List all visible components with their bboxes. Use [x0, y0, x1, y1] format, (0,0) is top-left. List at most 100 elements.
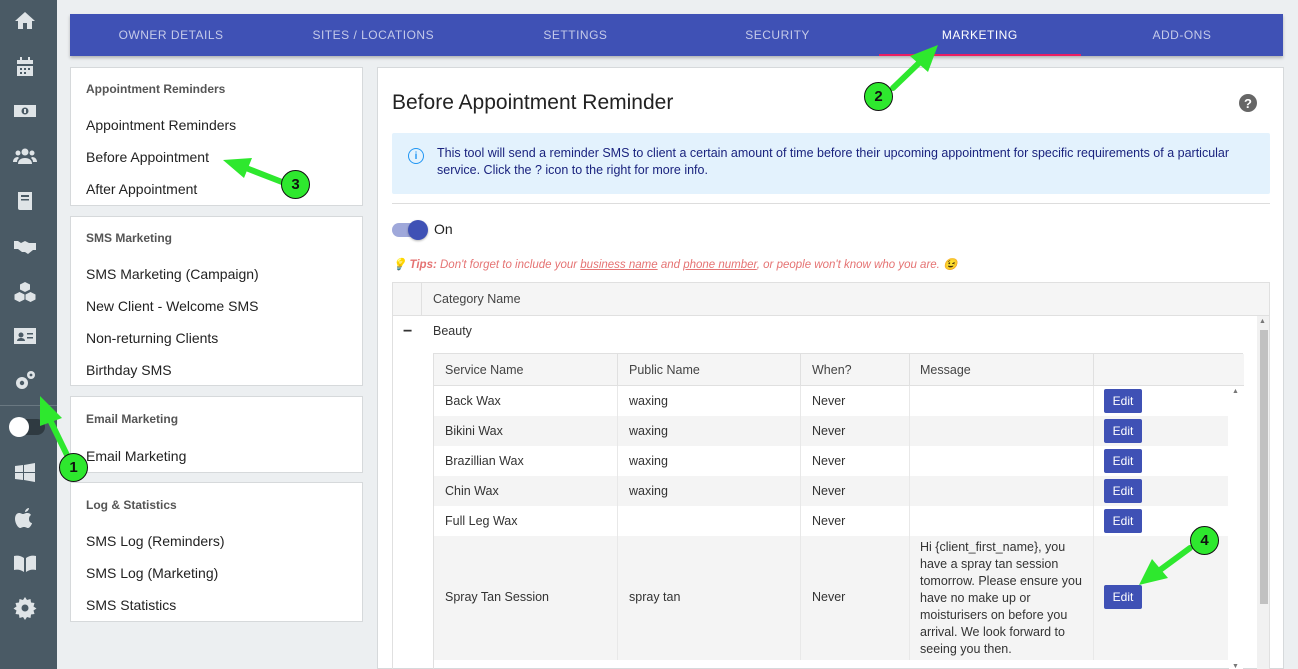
menu-card-log-statistics: Log & Statistics SMS Log (Reminders) SMS… [70, 482, 363, 622]
toggle-knob [408, 220, 428, 240]
rail-toggle[interactable] [9, 417, 45, 437]
menu-heading: Appointment Reminders [86, 82, 226, 96]
users-icon[interactable] [0, 141, 50, 171]
menu-item-non-returning[interactable]: Non-returning Clients [86, 330, 218, 346]
outer-scrollbar[interactable]: ▲ [1257, 316, 1269, 669]
col-divider [800, 386, 801, 416]
category-grid-header: Category Name [393, 283, 1269, 316]
category-grid: Category Name − Beauty ▲ Service Name Pu… [392, 282, 1270, 669]
windows-icon[interactable] [0, 458, 50, 488]
edit-button[interactable]: Edit [1104, 419, 1142, 443]
lightbulb-icon: 💡 [392, 259, 407, 271]
tab-settings[interactable]: SETTINGS [474, 14, 676, 56]
col-divider [1093, 506, 1094, 536]
menu-item-sms-statistics[interactable]: SMS Statistics [86, 597, 176, 613]
scroll-up-icon[interactable]: ▲ [1232, 388, 1239, 395]
gear-icon[interactable] [0, 593, 50, 623]
group-label: Beauty [433, 324, 472, 338]
divider [392, 203, 1270, 204]
col-divider [617, 476, 618, 506]
col-divider [909, 416, 910, 446]
scroll-thumb[interactable] [1260, 330, 1268, 604]
tab-owner-details[interactable]: OWNER DETAILS [70, 14, 272, 56]
inner-scrollbar[interactable]: ▲ ▼ [1229, 386, 1243, 669]
manual-icon[interactable] [0, 548, 50, 578]
calendar-icon[interactable] [0, 52, 50, 82]
book-icon[interactable] [0, 186, 50, 216]
tips-text-2: and [657, 259, 684, 271]
header-public-name[interactable]: Public Name [629, 363, 700, 377]
menu-card-email-marketing: Email Marketing Email Marketing [70, 396, 363, 473]
table-row: Back Wax waxing Never Edit [434, 386, 1228, 416]
message: Hi {client_first_name}, you have a spray… [920, 540, 1082, 656]
public-name: waxing [629, 394, 668, 408]
enabled-toggle[interactable] [392, 220, 428, 240]
edit-button[interactable]: Edit [1104, 479, 1142, 503]
when: Never [812, 394, 846, 408]
menu-item-after-appointment[interactable]: After Appointment [86, 181, 197, 197]
menu-item-sms-log-reminders[interactable]: SMS Log (Reminders) [86, 533, 225, 549]
menu-item-birthday-sms[interactable]: Birthday SMS [86, 362, 172, 378]
info-box: i This tool will send a reminder SMS to … [392, 133, 1270, 194]
home-icon[interactable] [0, 6, 50, 36]
money-icon[interactable] [0, 96, 50, 126]
menu-item-appointment-reminders[interactable]: Appointment Reminders [86, 117, 236, 133]
menu-item-before-appointment[interactable]: Before Appointment [86, 149, 209, 165]
edit-button[interactable]: Edit [1104, 389, 1142, 413]
services-grid-header: Service Name Public Name When? Message [434, 354, 1244, 386]
col-divider [1093, 416, 1094, 446]
menu-item-sms-log-marketing[interactable]: SMS Log (Marketing) [86, 565, 218, 581]
menu-item-welcome-sms[interactable]: New Client - Welcome SMS [86, 298, 258, 314]
col-divider [1093, 354, 1094, 386]
group-row-beauty: − Beauty [393, 316, 1255, 346]
edit-button[interactable]: Edit [1104, 449, 1142, 473]
table-row: Spray Tan Session spray tan Never Hi {cl… [434, 536, 1228, 660]
public-name: waxing [629, 424, 668, 438]
id-card-icon[interactable] [0, 321, 50, 351]
header-when[interactable]: When? [812, 363, 852, 377]
menu-heading: Log & Statistics [86, 498, 177, 512]
apple-icon[interactable] [0, 503, 50, 533]
service-name: Bikini Wax [445, 424, 503, 438]
collapse-icon[interactable]: − [403, 323, 412, 341]
col-divider [800, 476, 801, 506]
col-divider [909, 506, 910, 536]
scroll-down-icon[interactable]: ▼ [1232, 663, 1239, 669]
tab-marketing[interactable]: MARKETING [878, 14, 1082, 56]
tips-link-phone-number[interactable]: phone number [683, 259, 757, 271]
cogs-icon[interactable] [0, 366, 50, 396]
service-name: Spray Tan Session [445, 590, 549, 604]
tab-security[interactable]: SECURITY [677, 14, 879, 56]
table-row: Bikini Wax waxing Never Edit [434, 416, 1228, 446]
tips-link-business-name[interactable]: business name [580, 259, 657, 271]
edit-button[interactable]: Edit [1104, 585, 1142, 609]
tab-sites-locations[interactable]: SITES / LOCATIONS [272, 14, 474, 56]
col-divider [800, 416, 801, 446]
header-message[interactable]: Message [920, 363, 971, 377]
col-divider [617, 416, 618, 446]
when: Never [812, 514, 846, 528]
tips-text: 💡 Tips: Don't forget to include your bus… [392, 257, 957, 271]
when: Never [812, 590, 846, 604]
category-name-header[interactable]: Category Name [433, 292, 521, 306]
page-title: Before Appointment Reminder [392, 91, 674, 114]
main-panel: Before Appointment Reminder ? i This too… [377, 67, 1284, 669]
tab-add-ons[interactable]: ADD-ONS [1081, 14, 1283, 56]
info-icon: i [408, 148, 424, 164]
col-divider [909, 476, 910, 506]
header-spacer [393, 283, 422, 316]
menu-item-email-marketing[interactable]: Email Marketing [86, 448, 186, 464]
service-name: Brazillian Wax [445, 454, 524, 468]
menu-item-sms-campaign[interactable]: SMS Marketing (Campaign) [86, 266, 259, 282]
help-icon[interactable]: ? [1239, 94, 1257, 112]
col-divider [617, 354, 618, 386]
cubes-icon[interactable] [0, 277, 50, 307]
menu-card-sms-marketing: SMS Marketing SMS Marketing (Campaign) N… [70, 216, 363, 386]
col-divider [617, 506, 618, 536]
header-service-name[interactable]: Service Name [445, 363, 524, 377]
col-divider [909, 386, 910, 416]
scroll-up-icon[interactable]: ▲ [1259, 318, 1266, 325]
col-divider [1093, 446, 1094, 476]
handshake-icon[interactable] [0, 231, 50, 261]
edit-button[interactable]: Edit [1104, 509, 1142, 533]
